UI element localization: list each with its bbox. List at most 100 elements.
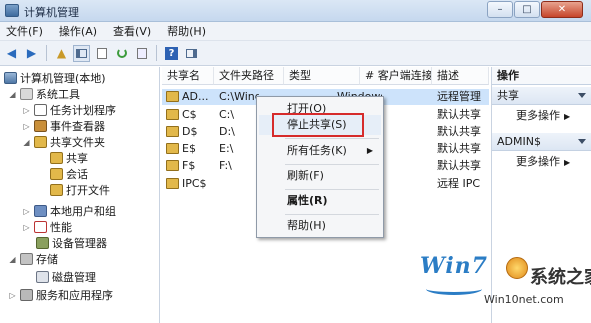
storage-icon [20,253,33,265]
share-icon [50,152,63,164]
tree-root[interactable]: 计算机管理(本地) [4,70,106,86]
tree-item-label: 会话 [66,168,88,181]
expand-icon[interactable]: ▷ [8,291,17,300]
tree-item-disk-management[interactable]: 磁盘管理 [36,269,96,285]
expand-icon[interactable]: ▷ [22,223,31,232]
back-button[interactable]: ◀ [3,45,20,62]
row-share-name: F$ [182,159,196,172]
watermark-url: Win10net.com [484,293,564,306]
properties-icon [96,47,107,59]
title-bar: 计算机管理 – □ ✕ [0,0,591,22]
watermark: Win7 系统之家 Win10net.com [420,253,591,323]
action-section-shares[interactable]: 共享 [492,87,591,105]
tree-item-label: 打开文件 [66,184,110,197]
context-menu: 打开(O) 停止共享(S) 所有任务(K) ▶ 刷新(F) 属性(R) 帮助(H… [256,96,384,238]
tree-item-label: 性能 [50,221,72,234]
context-all-tasks-label: 所有任务(K) [287,144,347,157]
tree-item-event-viewer[interactable]: ▷ 事件查看器 [22,118,105,134]
tree-item-label: 本地用户和组 [50,205,116,218]
menu-separator [285,214,379,215]
context-stop-sharing[interactable]: 停止共享(S) [259,115,381,135]
submenu-arrow-icon: ▶ [564,158,571,167]
tree-item-label: 服务和应用程序 [36,289,113,302]
maximize-button[interactable]: □ [514,1,540,18]
row-share-name: D$ [182,125,198,138]
device-manager-icon [36,237,49,249]
column-header-description[interactable]: 描述 [432,67,489,85]
expand-icon[interactable]: ▷ [22,106,31,115]
export-list-button[interactable] [133,45,150,62]
export-icon [136,47,147,59]
tree-item-label: 存储 [36,253,58,266]
tree-item-shares[interactable]: 共享 [50,150,88,166]
row-description: 默认共享 [437,108,481,121]
properties-button[interactable] [93,45,110,62]
tree-item-system-tools[interactable]: ◢ 系统工具 [8,86,80,102]
submenu-arrow-icon: ▶ [564,112,571,121]
more-actions-shares[interactable]: 更多操作 ▶ [516,109,570,124]
share-icon [166,178,179,189]
menu-bar: 文件(F) 操作(A) 查看(V) 帮助(H) [0,22,591,41]
collapse-icon[interactable]: ◢ [8,255,17,264]
column-header-folder-path[interactable]: 文件夹路径 [214,67,284,85]
more-actions-label: 更多操作 [516,109,560,122]
menu-help[interactable]: 帮助(H) [167,23,206,39]
action-section-admin[interactable]: ADMIN$ [492,133,591,151]
globe-icon [506,257,528,279]
action-section-title: ADMIN$ [497,135,541,148]
minimize-button[interactable]: – [487,1,513,18]
tree-item-shared-folders[interactable]: ◢ 共享文件夹 [22,134,105,150]
share-icon [166,126,179,137]
help-button[interactable]: ? [163,45,180,62]
tree-item-device-manager[interactable]: 设备管理器 [36,235,107,251]
forward-button[interactable]: ▶ [23,45,40,62]
tree-item-storage[interactable]: ◢ 存储 [8,251,58,267]
more-actions-admin[interactable]: 更多操作 ▶ [516,155,570,170]
expand-icon[interactable]: ▷ [22,207,31,216]
tools-icon [20,88,33,100]
show-tree-button[interactable] [73,44,90,62]
help-icon: ? [165,46,178,60]
column-header-share-name[interactable]: 共享名 [162,67,214,85]
column-header-type[interactable]: 类型 [284,67,360,85]
more-actions-label: 更多操作 [516,155,560,168]
up-level-button[interactable]: ▲ [53,45,70,62]
menu-separator [285,189,379,190]
menu-separator [285,164,379,165]
row-share-name: AD... [182,90,209,103]
context-help[interactable]: 帮助(H) [259,216,381,236]
menu-separator [285,138,379,139]
collapse-icon[interactable]: ◢ [22,138,31,147]
menu-file[interactable]: 文件(F) [6,23,43,39]
menu-view[interactable]: 查看(V) [113,23,151,39]
expand-icon[interactable]: ▷ [22,122,31,131]
column-header-client-connections[interactable]: # 客户端连接 [360,67,432,85]
tree-item-performance[interactable]: ▷ 性能 [22,219,72,235]
close-button[interactable]: ✕ [541,1,583,18]
watermark-logo: Win7 [420,253,488,279]
toolbar-separator [156,45,157,61]
submenu-arrow-icon: ▶ [366,146,373,155]
row-description: 远程 IPC [437,177,481,190]
context-all-tasks[interactable]: 所有任务(K) ▶ [259,141,381,161]
tree-item-sessions[interactable]: 会话 [50,166,88,182]
tree-item-services-apps[interactable]: ▷ 服务和应用程序 [8,287,113,303]
row-share-name: IPC$ [182,177,207,190]
row-folder-path: C:\Wind [219,90,259,103]
refresh-button[interactable] [113,45,130,62]
share-icon [166,143,179,154]
menu-action[interactable]: 操作(A) [59,23,97,39]
show-action-pane-button[interactable] [183,45,200,62]
toolbar-separator [46,45,47,61]
tree-item-label: 任务计划程序 [50,104,116,117]
tree-item-open-files[interactable]: 打开文件 [50,182,110,198]
performance-icon [34,221,47,233]
context-properties[interactable]: 属性(R) [259,191,381,211]
tree-item-task-scheduler[interactable]: ▷ 任务计划程序 [22,102,116,118]
computer-icon [4,72,17,84]
row-share-name: E$ [182,142,196,155]
tree-item-local-users[interactable]: ▷ 本地用户和组 [22,203,116,219]
row-folder-path: C:\ [219,108,235,121]
context-refresh[interactable]: 刷新(F) [259,166,381,186]
collapse-icon[interactable]: ◢ [8,90,17,99]
